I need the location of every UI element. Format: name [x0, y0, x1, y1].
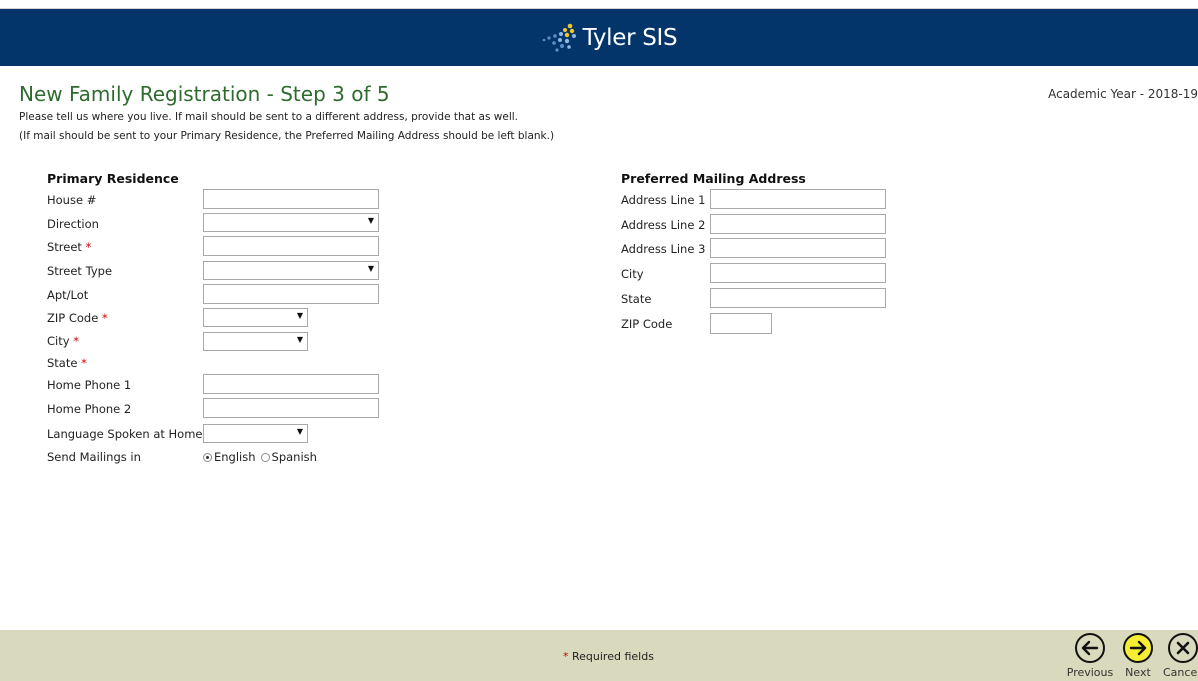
english-radio-label[interactable]: English	[214, 450, 256, 464]
zip-label-text: ZIP Code	[47, 311, 99, 325]
zip-select[interactable]: ▼	[203, 308, 308, 327]
brand-logo: Tyler SIS	[541, 22, 678, 54]
spanish-radio-label[interactable]: Spanish	[272, 450, 317, 464]
right-arrow-circle-icon	[1123, 633, 1153, 663]
address-line-2-label: Address Line 2	[621, 218, 706, 232]
address-line-2-input[interactable]	[710, 214, 886, 234]
mailing-city-input[interactable]	[710, 263, 886, 283]
mailing-address-heading: Preferred Mailing Address	[621, 171, 806, 186]
brand-name: Tyler SIS	[582, 24, 678, 51]
required-fields-note: * Required fields	[563, 650, 654, 663]
language-select[interactable]: ▼	[203, 424, 308, 443]
zip-label: ZIP Code *	[47, 311, 108, 325]
previous-button[interactable]: Previous	[1063, 633, 1117, 679]
required-marker: *	[563, 650, 569, 663]
street-type-select[interactable]: ▼	[203, 261, 379, 280]
dropdown-arrow-icon: ▼	[367, 216, 374, 225]
required-marker: *	[101, 311, 108, 325]
home-phone-1-label: Home Phone 1	[47, 378, 132, 392]
header-banner: Tyler SIS	[0, 9, 1198, 66]
home-phone-2-label: Home Phone 2	[47, 402, 132, 416]
state-label-text: State	[47, 356, 78, 370]
language-label: Language Spoken at Home	[47, 427, 203, 441]
send-mailings-radio-group: English Spanish	[203, 450, 317, 464]
street-label-text: Street	[47, 240, 82, 254]
next-label: Next	[1125, 666, 1151, 679]
required-marker: *	[81, 356, 87, 370]
city-label: City *	[47, 334, 79, 348]
dropdown-arrow-icon: ▼	[296, 335, 303, 344]
house-label: House #	[47, 193, 97, 207]
tyler-dots-logo-icon	[542, 23, 576, 52]
mailing-city-label: City	[621, 267, 644, 281]
required-marker: *	[73, 334, 79, 348]
spanish-radio[interactable]	[260, 452, 270, 462]
apt-input[interactable]	[203, 284, 379, 304]
dropdown-arrow-icon: ▼	[296, 427, 303, 436]
primary-residence-heading: Primary Residence	[47, 171, 179, 186]
street-type-label: Street Type	[47, 264, 113, 278]
mailing-zip-label: ZIP Code	[621, 317, 673, 331]
english-radio[interactable]	[203, 452, 212, 462]
street-input[interactable]	[203, 236, 379, 256]
address-line-3-input[interactable]	[710, 238, 886, 258]
address-line-3-label: Address Line 3	[621, 242, 706, 256]
next-button[interactable]: Next	[1111, 633, 1165, 679]
intro-text: Please tell us where you live. If mail s…	[19, 111, 519, 123]
mailing-state-input[interactable]	[710, 288, 886, 308]
home-phone-1-input[interactable]	[203, 374, 379, 394]
cancel-button[interactable]: Cance	[1159, 633, 1198, 679]
left-arrow-circle-icon	[1075, 633, 1105, 663]
apt-label: Apt/Lot	[47, 288, 89, 302]
house-input[interactable]	[203, 189, 379, 209]
direction-label: Direction	[47, 217, 99, 231]
mailing-zip-input[interactable]	[710, 313, 772, 334]
address-line-1-input[interactable]	[710, 189, 886, 209]
top-border	[0, 0, 1198, 9]
city-label-text: City	[47, 334, 70, 348]
address-line-1-label: Address Line 1	[621, 193, 706, 207]
required-fields-text: Required fields	[572, 650, 654, 663]
state-label: State *	[47, 356, 87, 370]
mailing-state-label: State	[621, 292, 652, 306]
required-marker: *	[85, 240, 92, 254]
previous-label: Previous	[1066, 666, 1114, 679]
intro-note: (If mail should be sent to your Primary …	[19, 130, 555, 142]
x-circle-icon	[1168, 633, 1198, 663]
send-mailings-label: Send Mailings in	[47, 450, 141, 464]
direction-select[interactable]: ▼	[203, 213, 379, 232]
dropdown-arrow-icon: ▼	[367, 264, 374, 273]
city-select[interactable]: ▼	[203, 332, 308, 351]
page-title: New Family Registration - Step 3 of 5	[19, 82, 390, 106]
home-phone-2-input[interactable]	[203, 398, 379, 418]
cancel-label: Cance	[1163, 666, 1198, 679]
academic-year: Academic Year - 2018-19	[1048, 87, 1198, 101]
street-label: Street *	[47, 240, 91, 254]
dropdown-arrow-icon: ▼	[296, 311, 303, 320]
